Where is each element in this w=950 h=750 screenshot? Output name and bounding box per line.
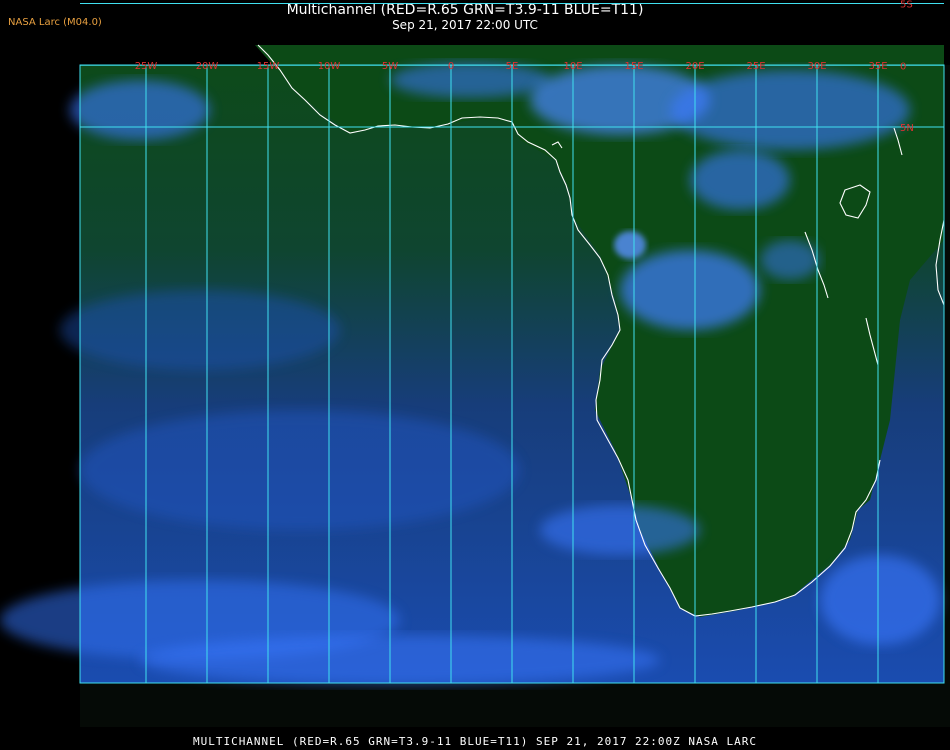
longitude-label: 35E (868, 61, 887, 72)
latitude-label: 5S (900, 0, 913, 11)
longitude-label: 30E (807, 61, 826, 72)
longitude-label: 5E (506, 61, 519, 72)
longitude-label: 10W (318, 61, 341, 72)
longitude-label: 25W (135, 61, 158, 72)
longitude-label: 15W (257, 61, 280, 72)
longitude-label: 5W (382, 61, 398, 72)
longitude-label: 0 (448, 61, 454, 72)
longitude-label: 20W (196, 61, 219, 72)
longitude-label: 10E (563, 61, 582, 72)
longitude-label: 15E (624, 61, 643, 72)
latitude-label: 5N (900, 123, 914, 134)
latitude-label: 0 (900, 61, 906, 72)
longitude-label: 25E (746, 61, 765, 72)
longitude-label: 20E (685, 61, 704, 72)
footer-caption: MULTICHANNEL (RED=R.65 GRN=T3.9-11 BLUE=… (192, 735, 758, 748)
satellite-map: 25W 20W 15W 10W 5W 0 5E 10E 15E 20E 25E 30E 35E 5N 0 5S… (0, 0, 950, 727)
